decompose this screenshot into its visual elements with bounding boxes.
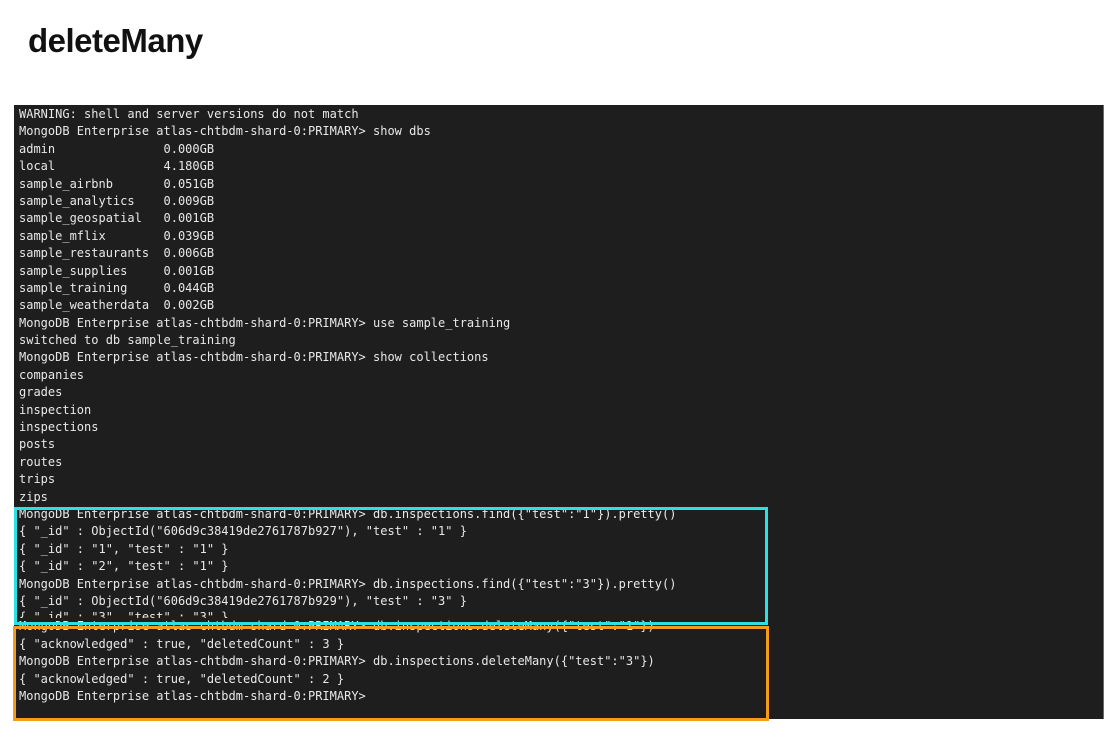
terminal-line: grades [19, 385, 63, 400]
terminal-line: switched to db sample_training [19, 333, 236, 348]
terminal-line: { "_id" : "2", "test" : "1" } [19, 559, 229, 574]
terminal-line: MongoDB Enterprise atlas-chtbdm-shard-0:… [19, 350, 489, 365]
terminal-line: inspections [19, 420, 99, 435]
terminal-line: sample_weatherdata 0.002GB [19, 298, 215, 313]
terminal-line: sample_supplies 0.001GB [19, 263, 215, 278]
terminal-line: sample_airbnb 0.051GB [19, 176, 215, 191]
terminal-line: sample_geospatial 0.001GB [19, 211, 215, 226]
terminal-line: admin 0.000GB [19, 141, 215, 156]
terminal-line: MongoDB Enterprise atlas-chtbdm-shard-0:… [19, 506, 677, 521]
terminal-line: MongoDB Enterprise atlas-chtbdm-shard-0:… [19, 576, 677, 591]
terminal-line: sample_mflix 0.039GB [19, 228, 215, 243]
terminal-window[interactable]: WARNING: shell and server versions do no… [14, 105, 1104, 719]
terminal-line: trips [19, 472, 56, 487]
terminal-line: WARNING: shell and server versions do no… [19, 107, 359, 121]
terminal-line: { "_id" : ObjectId("606d9c38419de2761787… [19, 593, 467, 608]
terminal-line: posts [19, 437, 56, 452]
terminal-line: { "_id" : ObjectId("606d9c38419de2761787… [19, 524, 467, 539]
terminal-line-partial: { "_id" : "3", "test" : "3" } [19, 610, 229, 619]
terminal-line: { "acknowledged" : true, "deletedCount" … [19, 671, 345, 686]
slide-title: deleteMany [28, 22, 203, 59]
terminal-line: local 4.180GB [19, 159, 215, 174]
terminal-scrollbar-edge [1103, 105, 1104, 719]
terminal-line: { "acknowledged" : true, "deletedCount" … [19, 636, 345, 651]
terminal-line: zips [19, 489, 48, 504]
terminal-line: MongoDB Enterprise atlas-chtbdm-shard-0:… [19, 124, 431, 139]
terminal-line: sample_restaurants 0.006GB [19, 246, 215, 261]
terminal-line: MongoDB Enterprise atlas-chtbdm-shard-0:… [19, 619, 655, 634]
terminal-line: inspection [19, 402, 92, 417]
terminal-prompt[interactable]: MongoDB Enterprise atlas-chtbdm-shard-0:… [19, 688, 676, 705]
terminal-line: MongoDB Enterprise atlas-chtbdm-shard-0:… [19, 315, 511, 330]
terminal-line: MongoDB Enterprise atlas-chtbdm-shard-0:… [19, 654, 655, 669]
terminal-line: companies [19, 367, 85, 382]
terminal-line: sample_training 0.044GB [19, 280, 215, 295]
terminal-line: { "_id" : "1", "test" : "1" } [19, 541, 229, 556]
terminal-line: routes [19, 454, 63, 469]
terminal-output: WARNING: shell and server versions do no… [19, 106, 676, 705]
terminal-line: sample_analytics 0.009GB [19, 193, 215, 208]
